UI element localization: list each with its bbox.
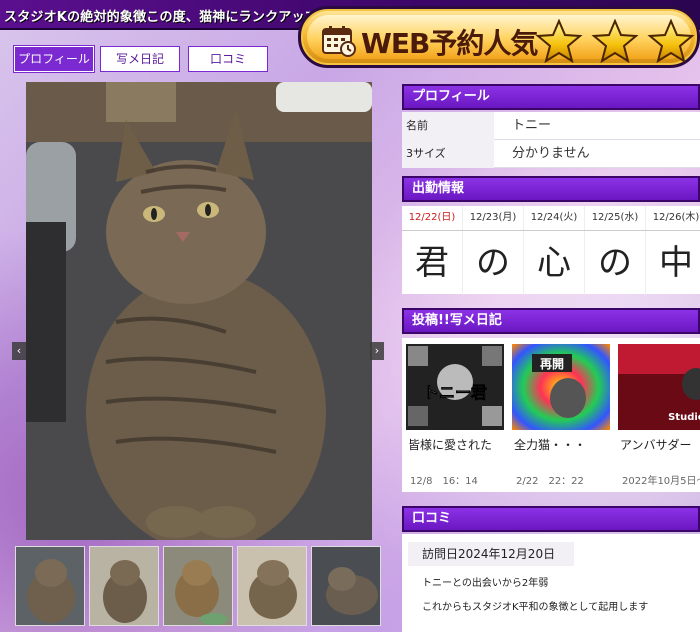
diary-list: トニー君 皆様に愛された 12/8 16：14 再開 全力猫・・・ 2/22 2… [402,338,700,492]
review-text-line: これからもスタジオK平和の象徴として起用します [422,602,649,613]
profile-key: 名前 [402,112,494,140]
star-icon [591,19,639,63]
diary-heading: 投稿!!写メ日記 [402,308,700,334]
svg-text:トニー君: トニー君 [423,383,487,402]
shift-heading: 出勤情報 [402,176,700,202]
shift-day: 12/24(火) [524,206,585,230]
diary-date: 12/8 16：14 [410,476,478,487]
thumbnail-4[interactable] [237,546,307,626]
profile-row: 3サイズ 分かりません [402,140,700,168]
thumbnail-1[interactable] [15,546,85,626]
shift-cell: 君 [402,231,463,295]
cat-photo-image [26,82,372,540]
svg-text:再開: 再開 [540,357,564,371]
shift-cell: の [585,231,646,295]
shift-cell: 中 [646,231,700,295]
diary-card[interactable]: トニー君 皆様に愛された 12/8 16：14 [402,342,506,492]
web-reservation-badge[interactable]: WEB予約人気 [298,6,700,68]
diary-image: 再開 [512,344,610,430]
review-item: 訪問日2024年12月20日 トニーとの出会いから2年弱 これからもスタジオK平… [402,534,700,632]
star-icon [647,19,695,63]
shift-cell: 心 [524,231,585,295]
tab-reviews[interactable]: 口コミ [188,46,268,72]
profile-heading: プロフィール [402,84,700,110]
calendar-icon [322,26,356,57]
shift-day: 12/22(日) [402,206,463,230]
diary-card[interactable]: 再開 全力猫・・・ 2/22 22：22 [508,342,612,492]
rating-stars [535,19,695,63]
diary-date: 2022年10月5日～ [622,476,700,487]
profile-value: トニー [512,118,552,133]
diary-title: アンバサダー [620,438,692,452]
profile-row: 名前 トニー [402,112,700,140]
tab-photo-diary[interactable]: 写メ日記 [100,46,180,72]
shift-cells-row: 君 の 心 の 中 [402,230,700,295]
diary-title: 全力猫・・・ [514,438,587,452]
shift-day: 12/23(月) [463,206,524,230]
profile-key: 3サイズ [402,140,494,168]
profile-table: 名前 トニー 3サイズ 分かりません [402,112,700,168]
diary-image: トニー君 [406,344,504,430]
shift-day: 12/26(木) [646,206,700,230]
review-visit-date: 訪問日2024年12月20日 [408,542,574,566]
star-icon [535,19,583,63]
thumbnail-5[interactable] [311,546,381,626]
thumbnail-2[interactable] [89,546,159,626]
thumbnail-strip [15,546,385,628]
shift-cell: の [463,231,524,295]
diary-title: 皆様に愛された [408,438,493,452]
svg-text:Studio K: Studio K [668,412,700,423]
diary-card[interactable]: Studio K アンバサダー 2022年10月5日～ [614,342,700,492]
shift-day: 12/25(水) [585,206,646,230]
thumbnail-3[interactable] [163,546,233,626]
reviews-heading: 口コミ [402,506,700,532]
diary-image: Studio K [618,344,700,430]
badge-text: WEB予約人気 [361,27,538,60]
carousel-next-button[interactable]: › [370,342,384,360]
main-profile-photo[interactable] [26,82,372,540]
top-banner-text: スタジオKの絶対的象徴この度、猫神にランクアップ [4,10,318,25]
profile-value: 分かりません [512,146,590,161]
carousel-prev-button[interactable]: ‹ [12,342,26,360]
tab-profile[interactable]: プロフィール [14,46,94,72]
shift-days-row: 12/22(日) 12/23(月) 12/24(火) 12/25(水) 12/2… [402,206,700,230]
review-text-line: トニーとの出会いから2年弱 [422,578,549,589]
diary-date: 2/22 22：22 [516,476,584,487]
